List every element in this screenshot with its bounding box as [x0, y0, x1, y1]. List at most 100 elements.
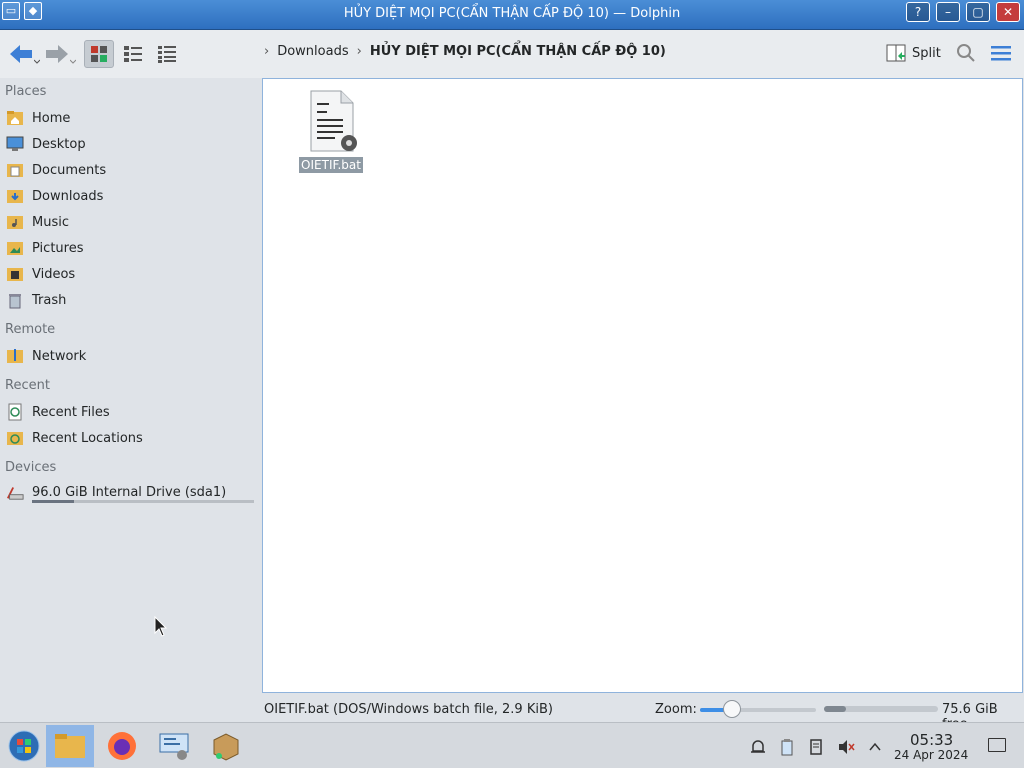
- sidebar-item-label: Downloads: [32, 188, 104, 204]
- help-button[interactable]: ?: [906, 2, 930, 22]
- sidebar-item-label: Documents: [32, 162, 107, 178]
- chevron-up-icon: [869, 742, 881, 751]
- clipboard-icon: [781, 739, 793, 756]
- breadcrumb-separator-icon: ›: [356, 44, 362, 59]
- start-menu-button[interactable]: [0, 725, 48, 767]
- sidebar-item-label: Recent Files: [32, 404, 110, 420]
- status-text: OIETIF.bat (DOS/Windows batch file, 2.9 …: [264, 702, 553, 717]
- zoom-slider[interactable]: [700, 708, 816, 712]
- window-controls: ? – ▢ ✕: [906, 2, 1020, 22]
- section-title-devices: Devices: [5, 460, 57, 475]
- recent-locations-icon: [6, 429, 24, 447]
- volume-muted-icon: [839, 740, 855, 754]
- free-space-fill: [824, 706, 846, 712]
- hamburger-menu-button[interactable]: [990, 44, 1012, 66]
- sidebar-item-label: Network: [32, 348, 87, 364]
- sidebar-item-downloads[interactable]: Downloads: [6, 184, 256, 208]
- tray-expander[interactable]: [865, 737, 885, 757]
- sidebar-item-label: Pictures: [32, 240, 84, 256]
- maximize-button[interactable]: ▢: [966, 2, 990, 22]
- window-title: HỦY DIỆT MỌI PC(CẨN THẬN CẤP ĐỘ 10) — Do…: [343, 6, 681, 21]
- mouse-cursor-icon: [154, 615, 168, 642]
- details-view-button[interactable]: [152, 40, 182, 68]
- package-icon: [213, 733, 239, 761]
- file-view[interactable]: OIETIF.bat: [262, 78, 1023, 693]
- toolbar: › Downloads › HỦY DIỆT MỌI PC(CẨN THẬN C…: [0, 30, 1024, 78]
- sidebar-item-trash[interactable]: Trash: [6, 288, 256, 312]
- tray-storage[interactable]: [806, 737, 826, 757]
- back-arrow-icon: [10, 45, 32, 63]
- sidebar-item-label: Recent Locations: [32, 430, 143, 446]
- downloads-folder-icon: [6, 187, 24, 205]
- section-title-places: Places: [5, 84, 47, 99]
- zoom-label: Zoom:: [655, 702, 697, 717]
- breadcrumb-separator-icon: ›: [264, 44, 270, 59]
- forward-button[interactable]: [42, 40, 78, 68]
- tray-volume[interactable]: [836, 737, 856, 757]
- back-button[interactable]: [6, 40, 42, 68]
- details-view-icon: [158, 46, 176, 63]
- taskbar-dolphin-button[interactable]: [46, 725, 94, 767]
- compact-view-icon: [124, 46, 142, 62]
- taskbar-firefox-button[interactable]: [98, 725, 146, 767]
- clock-time[interactable]: 05:33: [910, 731, 953, 749]
- split-view-icon: [886, 44, 906, 62]
- sidebar-item-recent-locations[interactable]: Recent Locations: [6, 426, 256, 450]
- sidebar-item-label: 96.0 GiB Internal Drive (sda1): [32, 484, 227, 500]
- system-settings-icon: [159, 733, 189, 760]
- file-name-label: OIETIF.bat: [299, 157, 363, 173]
- search-icon: [957, 44, 975, 62]
- status-bar: OIETIF.bat (DOS/Windows batch file, 2.9 …: [0, 696, 1024, 732]
- recent-files-icon: [6, 403, 24, 421]
- desktop-icon: [6, 135, 24, 153]
- documents-folder-icon: [6, 161, 24, 179]
- drive-usage-fill: [32, 500, 75, 503]
- storage-device-icon: [810, 739, 822, 755]
- forward-arrow-icon: [46, 45, 68, 63]
- forward-dropdown-icon: [70, 59, 76, 64]
- sidebar-item-pictures[interactable]: Pictures: [6, 236, 256, 260]
- breadcrumb-item-current[interactable]: HỦY DIỆT MỌI PC(CẨN THẬN CẤP ĐỘ 10): [370, 44, 666, 59]
- icons-view-button[interactable]: [84, 40, 114, 68]
- title-bar: ▭ ◆ HỦY DIỆT MỌI PC(CẨN THẬN CẤP ĐỘ 10) …: [0, 0, 1024, 30]
- places-panel: Places Home Desktop Documents Downloads …: [0, 80, 260, 720]
- zoom-slider-handle[interactable]: [723, 700, 742, 718]
- hard-drive-icon: [6, 483, 24, 501]
- batch-file-icon: [310, 90, 357, 152]
- sidebar-item-recent-files[interactable]: Recent Files: [6, 400, 256, 424]
- home-folder-icon: [6, 109, 24, 127]
- clock-date[interactable]: 24 Apr 2024: [894, 748, 968, 762]
- sidebar-item-music[interactable]: Music: [6, 210, 256, 234]
- show-desktop-button[interactable]: [988, 738, 1006, 752]
- sidebar-item-desktop[interactable]: Desktop: [6, 132, 256, 156]
- tray-clipboard[interactable]: [777, 737, 797, 757]
- taskbar-system-settings-button[interactable]: [150, 725, 198, 767]
- sidebar-item-network[interactable]: Network: [6, 344, 256, 368]
- free-space-bar: [824, 706, 938, 712]
- tray-notifications[interactable]: [748, 737, 768, 757]
- network-folder-icon: [6, 347, 24, 365]
- section-title-recent: Recent: [5, 378, 50, 393]
- file-item[interactable]: OIETIF.bat: [297, 89, 365, 173]
- videos-folder-icon: [6, 265, 24, 283]
- minimize-button[interactable]: –: [936, 2, 960, 22]
- split-label: Split: [912, 45, 941, 61]
- search-button[interactable]: [956, 43, 976, 67]
- taskbar-package-manager-button[interactable]: [202, 725, 250, 767]
- sidebar-item-home[interactable]: Home: [6, 106, 256, 130]
- compact-view-button[interactable]: [118, 40, 148, 68]
- icons-view-icon: [91, 46, 107, 62]
- sidebar-item-documents[interactable]: Documents: [6, 158, 256, 182]
- sidebar-item-videos[interactable]: Videos: [6, 262, 256, 286]
- trash-icon: [6, 291, 24, 309]
- sidebar-item-label: Home: [32, 110, 71, 126]
- alarm-bell-icon: [751, 740, 765, 753]
- split-button[interactable]: Split: [886, 43, 941, 63]
- breadcrumb-item-downloads[interactable]: Downloads: [277, 44, 348, 59]
- pictures-folder-icon: [6, 239, 24, 257]
- close-button[interactable]: ✕: [996, 2, 1020, 22]
- sidebar-item-label: Videos: [32, 266, 76, 282]
- section-title-remote: Remote: [5, 322, 56, 337]
- sidebar-item-label: Desktop: [32, 136, 86, 152]
- folder-icon: [55, 734, 85, 758]
